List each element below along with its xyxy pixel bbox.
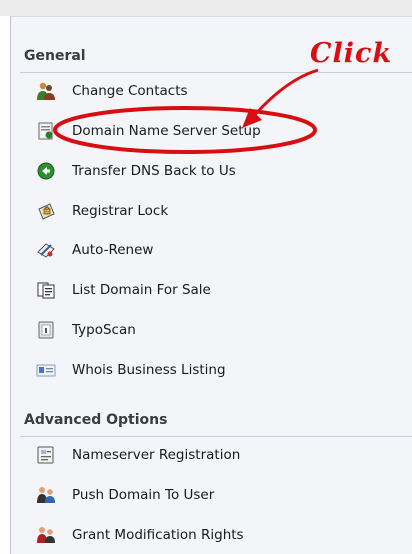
- menu-item-label: Whois Business Listing: [72, 362, 226, 378]
- menu-item-transfer-dns[interactable]: Transfer DNS Back to Us: [36, 158, 236, 184]
- menu-item-label: Auto-Renew: [72, 242, 154, 258]
- menu-item-push-domain[interactable]: Push Domain To User: [36, 482, 214, 508]
- nameserver-registration-icon: [36, 445, 56, 465]
- business-listing-icon: [36, 360, 56, 380]
- top-strip: [0, 0, 412, 16]
- menu-item-grant-rights[interactable]: Grant Modification Rights: [36, 522, 244, 548]
- typoscan-icon: [36, 320, 56, 340]
- menu-item-typoscan[interactable]: TypoScan: [36, 317, 136, 343]
- menu-item-label: Push Domain To User: [72, 487, 215, 503]
- menu-item-label: Domain Name Server Setup: [72, 123, 261, 139]
- section-header-advanced: Advanced Options: [24, 412, 168, 428]
- dns-setup-icon: [36, 121, 56, 141]
- list-for-sale-icon: [36, 280, 56, 300]
- menu-item-list-for-sale[interactable]: List Domain For Sale: [36, 277, 211, 303]
- push-domain-icon: [36, 485, 56, 505]
- menu-item-label: Grant Modification Rights: [72, 527, 244, 543]
- menu-item-auto-renew[interactable]: Auto-Renew: [36, 237, 153, 263]
- menu-item-label: Registrar Lock: [72, 203, 169, 219]
- menu-item-label: Change Contacts: [72, 83, 188, 99]
- menu-item-registrar-lock[interactable]: Registrar Lock: [36, 198, 168, 224]
- lock-icon: [36, 201, 56, 221]
- domain-options-menu: General Change Contacts Domain Name Serv…: [0, 0, 412, 554]
- grant-rights-icon: [36, 525, 56, 545]
- menu-item-change-contacts[interactable]: Change Contacts: [36, 78, 188, 104]
- section-header-general: General: [24, 48, 86, 64]
- menu-item-label: List Domain For Sale: [72, 282, 211, 298]
- menu-item-whois-listing[interactable]: Whois Business Listing: [36, 357, 226, 383]
- menu-item-dns-setup[interactable]: Domain Name Server Setup: [36, 118, 261, 144]
- menu-item-label: Nameserver Registration: [72, 447, 241, 463]
- transfer-dns-icon: [36, 161, 56, 181]
- menu-item-label: Transfer DNS Back to Us: [72, 163, 236, 179]
- contacts-icon: [36, 81, 56, 101]
- section-divider: [20, 436, 412, 437]
- click-annotation-text: Click: [310, 38, 393, 69]
- section-divider: [20, 72, 412, 73]
- menu-item-nameserver-registration[interactable]: Nameserver Registration: [36, 442, 240, 468]
- menu-item-label: TypoScan: [72, 322, 136, 338]
- auto-renew-icon: [36, 240, 56, 260]
